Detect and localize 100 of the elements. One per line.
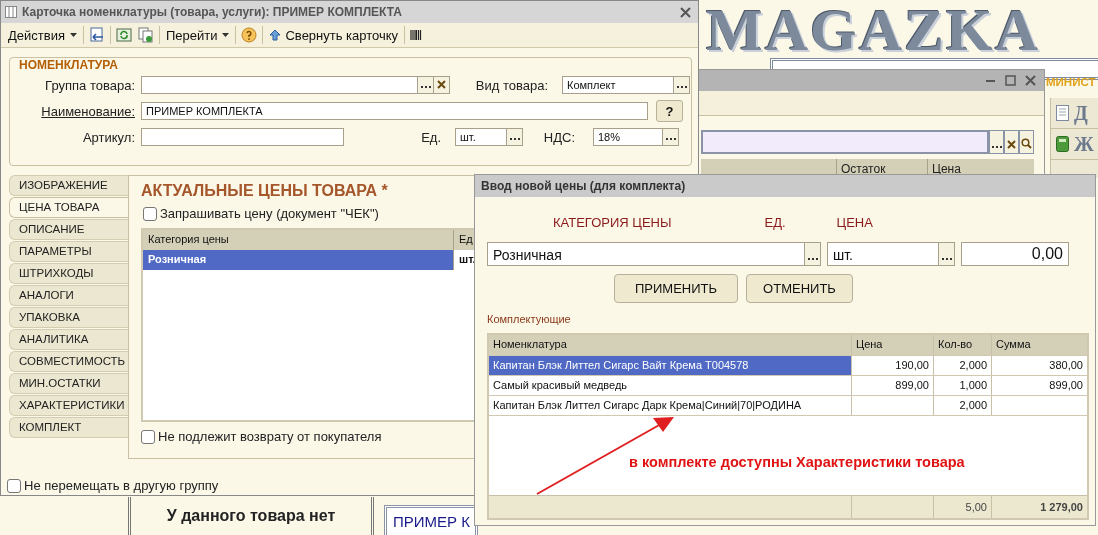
field-label: Артикул: (81, 129, 136, 145)
column-header[interactable]: Цена (851, 335, 933, 355)
tab[interactable]: ЦЕНА ТОВАРА (9, 197, 128, 218)
field-label: ЕД. (764, 214, 786, 230)
help-button[interactable]: ? (656, 100, 683, 122)
placeholder-text: У данного товара нет (165, 506, 337, 525)
menu-button[interactable]: Действия (4, 24, 81, 46)
maximize-button[interactable] (1002, 72, 1018, 89)
column-header[interactable]: Кол-во (933, 335, 991, 355)
window-title: Карточка номенклатуры (товара, услуги): ПРИМЕР КОМПЛЕКТА (22, 5, 403, 19)
apply-button[interactable]: ПРИМЕНИТЬ (614, 274, 738, 303)
annotation-text: в комплекте доступны Характеристики товара (629, 454, 965, 470)
field-link[interactable]: Наименование: (10, 103, 141, 119)
menu-button[interactable]: Перейти (161, 24, 234, 46)
input-field[interactable]: Розничная (487, 242, 805, 266)
table-cell: 2,000 (933, 396, 991, 415)
checkbox[interactable] (7, 478, 21, 493)
clear-button[interactable] (1004, 130, 1019, 154)
tab[interactable]: КОМПЛЕКТ (9, 417, 128, 438)
table-cell-text: Самый красивый медведь (492, 378, 629, 393)
table-cell: 1 279,00 (991, 496, 1087, 518)
table-row[interactable]: Капитан Блэк Литтел Сигарс Дарк Крема|Синий|70|РОДИНА 2,000 (489, 396, 1087, 416)
tab[interactable]: ХАРАКТЕРИСТИКИ (9, 395, 128, 416)
logo-text: MAGAZKA (706, 0, 1040, 60)
table-cell-text: Розничная (147, 252, 208, 267)
select-button[interactable] (939, 242, 955, 266)
caret-icon (222, 33, 230, 37)
input-field[interactable] (141, 76, 418, 94)
book-icon (1056, 136, 1069, 152)
tab[interactable]: СОВМЕСТИМОСТЬ (9, 351, 128, 372)
tab[interactable]: ОПИСАНИЕ (9, 219, 128, 240)
tab[interactable]: АНАЛИТИКА (9, 329, 128, 350)
window-icon (5, 6, 17, 18)
checkbox[interactable] (141, 429, 155, 444)
tab[interactable]: УПАКОВКА (9, 307, 128, 328)
input-field[interactable]: Комплект (562, 76, 674, 94)
field-label: НДС: (542, 129, 576, 145)
section-heading: АКТУАЛЬНЫЕ ЦЕНЫ ТОВАРА * (141, 182, 389, 200)
document-icon (1056, 105, 1069, 121)
cancel-button[interactable]: ОТМЕНИТЬ (746, 274, 853, 303)
copy-icon (137, 27, 154, 43)
maximize-icon (1004, 75, 1016, 86)
table-cell: Капитан Блэк Литтел Сигарс Вайт Крема T004578 (489, 356, 851, 375)
table-row[interactable]: Самый красивый медведь 899,00 1,000 899,00 (489, 376, 1087, 396)
input-field[interactable]: шт. (455, 128, 507, 146)
field-label: Группа товара: (44, 77, 136, 93)
clear-button[interactable] (434, 76, 450, 94)
table-cell: 899,00 (851, 376, 933, 395)
search-field[interactable] (701, 130, 989, 154)
tab[interactable]: АНАЛОГИ (9, 285, 128, 306)
select-button[interactable] (507, 128, 523, 146)
search-button[interactable] (1019, 130, 1034, 154)
checkbox[interactable] (143, 206, 157, 221)
table-cell-text: Капитан Блэк Литтел Сигарс Дарк Крема|Синий|70|РОДИНА (492, 398, 803, 413)
tab[interactable]: МИН.ОСТАТКИ (9, 373, 128, 394)
section-label: Комплектующие (487, 313, 572, 325)
select-button[interactable] (663, 128, 679, 146)
column-header[interactable]: Номенклатура (489, 335, 851, 355)
table-cell: 5,00 (933, 496, 991, 518)
group-title: НОМЕНКЛАТУРА (16, 58, 121, 72)
input-field[interactable]: шт. (827, 242, 939, 266)
barcode-icon (410, 30, 423, 40)
column-header[interactable]: Категория цены (143, 230, 453, 250)
ellipsis-icon (807, 257, 818, 261)
menu-item[interactable]: Д (1074, 101, 1088, 125)
ellipsis-icon (941, 257, 952, 261)
input-field[interactable]: ПРИМЕР КОМПЛЕКТА (141, 102, 648, 120)
table-cell: 190,00 (851, 356, 933, 375)
dialog-title: Ввод новой цены (для комплекта) (475, 175, 1095, 197)
table-row[interactable]: Капитан Блэк Литтел Сигарс Вайт Крема T004578 190,00 2,000 380,00 (489, 356, 1087, 376)
collapse-button[interactable]: Свернуть карточку (265, 24, 403, 46)
search-icon (1021, 138, 1032, 149)
checkbox-label: Не подлежит возврату от покупателя (158, 429, 382, 444)
select-button[interactable] (989, 130, 1004, 154)
table-cell: 899,00 (991, 376, 1087, 395)
tab[interactable]: ИЗОБРАЖЕНИЕ (9, 175, 128, 196)
select-button[interactable] (805, 242, 821, 266)
field-label: Вид товара: (474, 77, 549, 93)
tab[interactable]: ПАРАМЕТРЫ (9, 241, 128, 262)
field-label: ЦЕНА (836, 214, 873, 230)
close-icon (1024, 75, 1036, 86)
table-cell: 2,000 (933, 356, 991, 375)
column-header[interactable]: Сумма (991, 335, 1087, 355)
input-field[interactable]: 0,00 (961, 242, 1069, 266)
caret-icon (69, 33, 77, 37)
input-field[interactable] (141, 128, 344, 146)
ellipsis-icon (665, 137, 676, 141)
menu-item[interactable]: Ж (1074, 132, 1094, 156)
up-arrow-icon (269, 29, 282, 41)
close-icon (679, 6, 691, 18)
checkbox-label: Не перемещать в другую группу (24, 478, 219, 493)
help-icon (241, 27, 258, 43)
clear-icon (437, 80, 446, 89)
ellipsis-icon (991, 145, 1002, 149)
select-button[interactable] (418, 76, 434, 94)
checkbox-label: Запрашивать цену (документ "ЧЕК") (160, 206, 379, 221)
tab[interactable]: ШТРИХКОДЫ (9, 263, 128, 284)
product-name: ПРИМЕР К (392, 512, 471, 530)
input-field[interactable]: 18% (593, 128, 663, 146)
select-button[interactable] (674, 76, 690, 94)
